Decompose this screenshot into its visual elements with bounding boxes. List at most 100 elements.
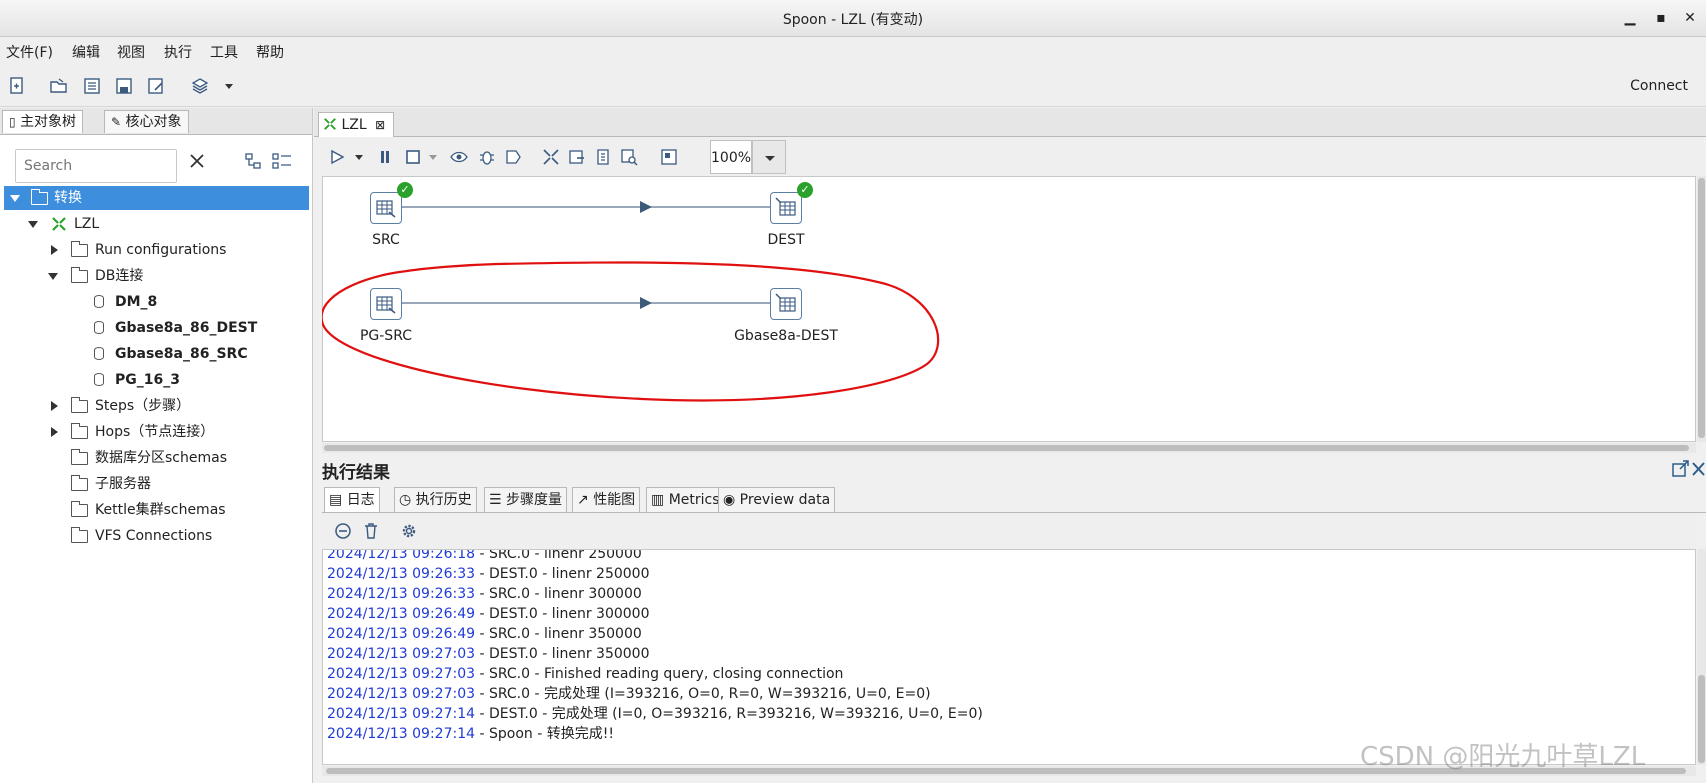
sql-icon[interactable] [594,148,612,166]
maximize-button[interactable]: ▪ [1651,8,1671,28]
tree-item-cluster-schemas[interactable]: Kettle集群schemas [4,498,309,522]
debug-bug-icon[interactable] [478,148,496,166]
chevron-down-icon[interactable] [424,148,442,166]
layers-icon[interactable] [191,77,209,95]
close-panel-icon[interactable] [1691,460,1706,478]
close-window-button[interactable]: ✕ [1680,8,1700,28]
log-message: - SRC.0 - linenr 350000 [475,626,642,642]
explore-db-icon[interactable] [620,148,638,166]
tab-core-objects[interactable]: ✎ 核心对象 [104,110,189,133]
tree-item-db-gbase-dest[interactable]: Gbase8a_86_DEST [4,316,309,340]
minimize-button[interactable]: ▁ [1620,8,1640,28]
tree-item-db-dm8[interactable]: DM_8 [4,290,309,314]
open-folder-icon[interactable] [50,77,68,95]
chevron-down-icon[interactable] [220,77,238,95]
log-timestamp: 2024/12/13 09:26:33 [327,566,476,582]
log-line: 2024/12/13 09:27:14 - Spoon - 转换完成!! [327,724,614,744]
menu-file[interactable]: 文件(F) [6,42,53,62]
expand-all-icon[interactable] [244,152,262,170]
chevron-down-icon[interactable] [48,273,58,280]
tree-item-db-connections[interactable]: DB连接 [4,264,309,288]
chevron-down-icon[interactable] [350,148,368,166]
step-gbasedest-icon[interactable] [770,288,802,320]
chevron-right-icon[interactable] [51,427,58,437]
tab-core-objects-label: 核心对象 [125,114,182,130]
tree-item-db-gbase-src[interactable]: Gbase8a_86_SRC [4,342,309,366]
stop-icon[interactable] [404,148,422,166]
folder-icon [71,527,88,543]
maximize-panel-icon[interactable] [1671,460,1689,478]
step-dest-icon[interactable] [770,192,802,224]
tree-item-steps[interactable]: Steps（步骤） [4,394,309,418]
save-icon[interactable] [115,77,133,95]
log-output[interactable]: 2024/12/13 09:26:18 - SRC.0 - linenr 250… [322,549,1696,765]
menu-tools[interactable]: 工具 [210,42,238,62]
search-input[interactable] [15,149,177,183]
replay-icon[interactable] [504,148,522,166]
log-vertical-scrollbar[interactable] [1697,549,1706,765]
trash-icon[interactable] [362,522,380,540]
new-file-icon[interactable] [8,77,26,95]
clear-search-icon[interactable] [188,152,206,170]
connect-button[interactable]: Connect [1630,78,1688,94]
chart-icon: ↗ [577,492,589,508]
step-pgsrc-icon[interactable] [370,288,402,320]
tab-performance[interactable]: ↗ 性能图 [572,487,641,512]
log-message: - DEST.0 - linenr 350000 [475,646,650,662]
save-as-icon[interactable] [147,77,165,95]
chevron-down-icon[interactable] [28,221,38,228]
step-src-label: SRC [372,232,400,248]
tree-item-slave-servers[interactable]: 子服务器 [4,472,309,496]
step-src-icon[interactable] [370,192,402,224]
impact-icon[interactable] [568,148,586,166]
chevron-down-icon[interactable] [10,195,20,202]
tree-item-db-pg[interactable]: PG_16_3 [4,368,309,392]
tab-lzl[interactable]: LZL ⊠ [318,112,395,137]
tab-main-tree[interactable]: ▯ 主对象树 [2,110,84,133]
menu-view[interactable]: 视图 [117,42,145,62]
tree-item-partition-schemas[interactable]: 数据库分区schemas [4,446,309,470]
settings-gear-icon[interactable] [400,522,418,540]
log-message: - SRC.0 - linenr 250000 [475,549,642,562]
zoom-dropdown[interactable] [752,140,786,174]
scrollbar-thumb[interactable] [1698,178,1705,438]
tab-metrics[interactable]: ▥ Metrics [646,487,725,512]
scrollbar-thumb[interactable] [324,445,1689,451]
document-icon: ▯ [9,115,16,129]
menu-edit[interactable]: 编辑 [72,42,100,62]
canvas-vertical-scrollbar[interactable] [1697,176,1706,442]
show-results-icon[interactable] [660,148,678,166]
chevron-right-icon[interactable] [51,401,58,411]
chevron-down-icon [765,156,775,161]
tree-item-transformations[interactable]: 转换 [4,186,309,210]
collapse-all-icon[interactable] [272,152,292,170]
preview-eye-icon[interactable] [450,148,468,166]
scrollbar-thumb[interactable] [1698,675,1705,763]
menu-help[interactable]: 帮助 [256,42,284,62]
canvas-horizontal-scrollbar[interactable] [322,443,1696,453]
tree-item-hops[interactable]: Hops（节点连接） [4,420,309,444]
tree-item-vfs-connections[interactable]: VFS Connections [4,524,309,548]
tab-step-metrics[interactable]: ☰ 步骤度量 [484,487,568,512]
left-tabs: ▯ 主对象树 ✎ 核心对象 [0,108,312,135]
run-icon[interactable] [328,148,346,166]
verify-icon[interactable] [542,148,560,166]
clear-log-icon[interactable] [334,522,352,540]
tab-preview-data-label: Preview data [739,492,831,508]
tab-preview-data[interactable]: ◉ Preview data [718,487,836,512]
tree-item-label: PG_16_3 [115,372,180,388]
tab-history[interactable]: ◷ 执行历史 [394,487,477,512]
tree-item-lzl[interactable]: LZL [4,212,309,236]
tab-lzl-label: LZL [341,117,367,133]
tab-log[interactable]: ▤ 日志 [324,487,380,512]
hop-arrow-icon [640,201,652,213]
step-gbasedest-label: Gbase8a-DEST [734,328,838,344]
zoom-input[interactable]: 100% [710,140,752,174]
tree-item-run-configurations[interactable]: Run configurations [4,238,309,262]
pause-icon[interactable] [376,148,394,166]
menu-run[interactable]: 执行 [164,42,192,62]
explore-repository-icon[interactable] [83,77,101,95]
chevron-right-icon[interactable] [51,245,58,255]
tree-item-label: 子服务器 [95,476,151,492]
close-tab-icon[interactable]: ⊠ [375,118,385,132]
